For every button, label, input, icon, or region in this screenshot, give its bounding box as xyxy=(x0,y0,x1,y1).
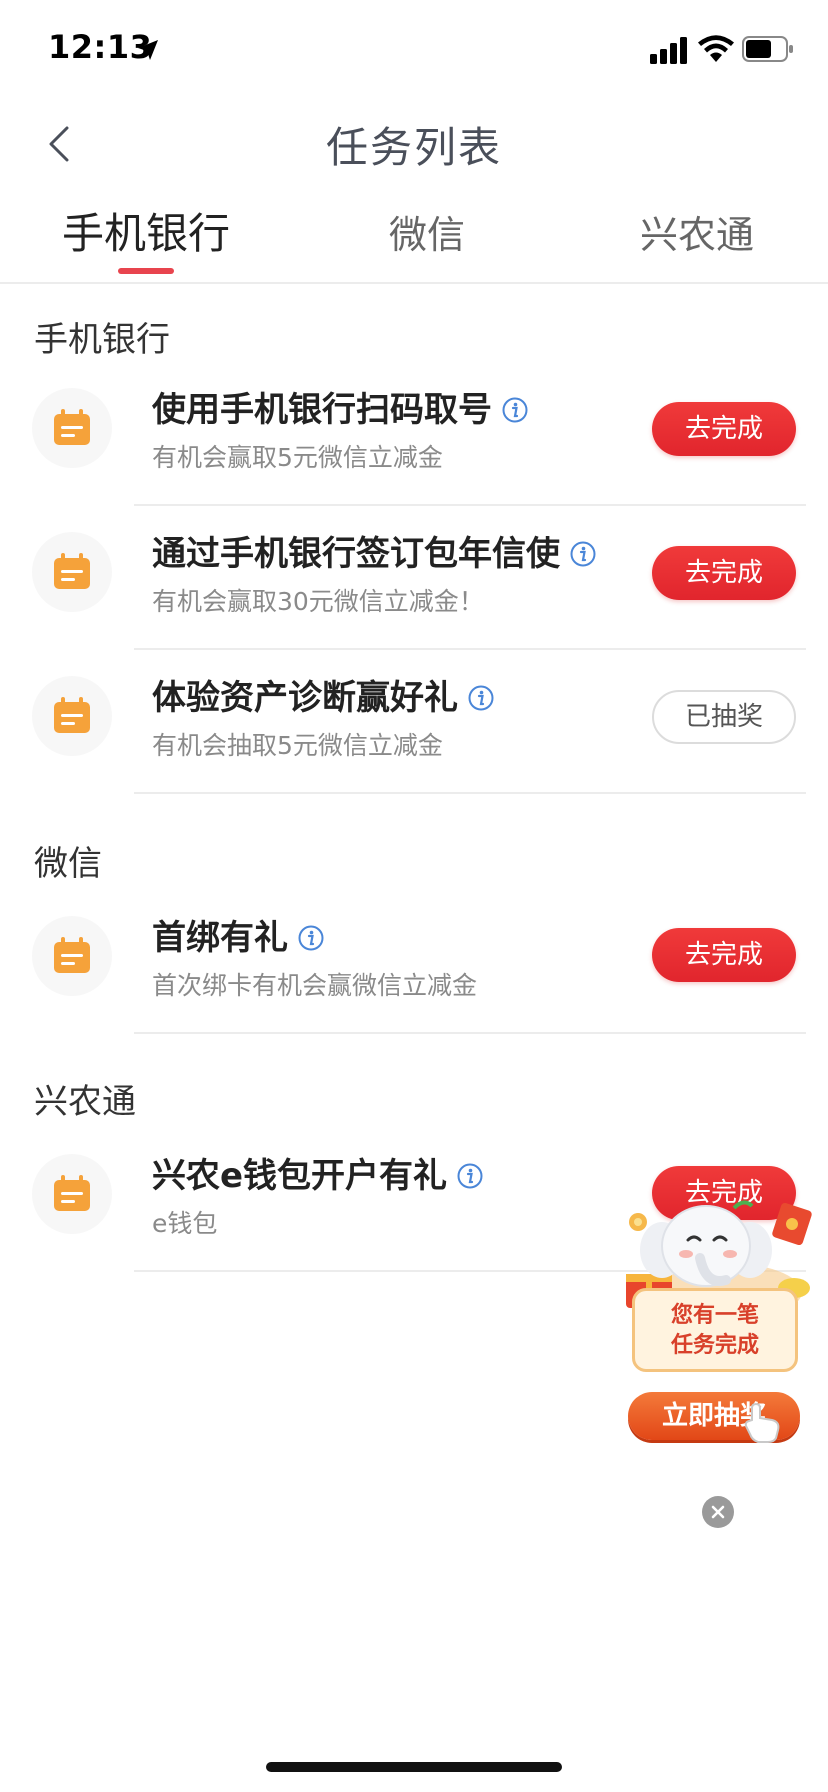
info-icon[interactable] xyxy=(298,925,324,951)
task-title-text: 兴农e钱包开户有礼 xyxy=(152,1156,448,1196)
lottery-promo-widget[interactable]: 您有一笔 任务完成 立即抽奖 xyxy=(618,1196,814,1456)
go-complete-button[interactable]: 去完成 xyxy=(652,402,796,456)
calendar-icon xyxy=(54,937,90,973)
divider xyxy=(134,1032,806,1034)
task-subtitle: 首次绑卡有机会赢微信立减金 xyxy=(152,971,478,1000)
task-item: 首绑有礼 首次绑卡有机会赢微信立减金 去完成 xyxy=(0,890,828,1034)
page-title: 任务列表 xyxy=(325,123,502,172)
divider xyxy=(134,792,806,794)
cellular-signal-icon xyxy=(650,37,687,64)
tab-mobile-banking[interactable]: 手机银行 xyxy=(56,200,236,270)
task-icon-wrap xyxy=(32,916,112,996)
calendar-icon xyxy=(54,409,90,445)
promo-message-card[interactable]: 您有一笔 任务完成 xyxy=(632,1288,798,1372)
info-icon[interactable] xyxy=(502,397,528,423)
home-indicator xyxy=(266,1762,562,1772)
tab-wechat[interactable]: 微信 xyxy=(372,204,482,274)
task-icon-wrap xyxy=(32,1154,112,1234)
calendar-icon xyxy=(54,1175,90,1211)
task-title-text: 体验资产诊断赢好礼 xyxy=(152,678,458,718)
task-icon-wrap xyxy=(32,676,112,756)
task-subtitle: 有机会赢取5元微信立减金 xyxy=(152,443,443,472)
calendar-icon xyxy=(54,697,90,733)
pointing-hand-icon xyxy=(744,1402,780,1443)
task-subtitle: 有机会抽取5元微信立减金 xyxy=(152,731,443,760)
section-title-xingnongtong: 兴农通 xyxy=(34,1082,136,1122)
info-icon[interactable] xyxy=(457,1163,483,1189)
tab-bar: 手机银行 微信 兴农通 xyxy=(0,196,828,284)
calendar-icon xyxy=(54,553,90,589)
battery-icon xyxy=(742,36,793,62)
info-icon[interactable] xyxy=(570,541,596,567)
active-tab-indicator xyxy=(118,268,174,274)
task-title-text: 通过手机银行签订包年信使 xyxy=(152,534,560,574)
section-title-wechat: 微信 xyxy=(34,844,102,884)
section-title-mobile-banking: 手机银行 xyxy=(34,320,170,360)
close-icon xyxy=(711,1505,725,1519)
promo-line-2: 任务完成 xyxy=(670,1333,759,1358)
close-promo-button[interactable] xyxy=(702,1496,734,1528)
task-item: 体验资产诊断赢好礼 有机会抽取5元微信立减金 已抽奖 xyxy=(0,650,828,794)
task-subtitle: 有机会赢取30元微信立减金！ xyxy=(152,587,484,616)
task-title: 通过手机银行签订包年信使 xyxy=(152,526,596,575)
task-item: 通过手机银行签订包年信使 有机会赢取30元微信立减金！ 去完成 xyxy=(0,506,828,650)
task-title: 首绑有礼 xyxy=(152,910,324,959)
task-icon-wrap xyxy=(32,388,112,468)
task-icon-wrap xyxy=(32,532,112,612)
status-bar: 12:13 xyxy=(0,0,828,100)
tab-xingnongtong[interactable]: 兴农通 xyxy=(632,204,762,274)
go-complete-button[interactable]: 去完成 xyxy=(652,928,796,982)
task-title: 兴农e钱包开户有礼 xyxy=(152,1148,483,1197)
nav-header: 任务列表 xyxy=(0,100,828,190)
task-title: 使用手机银行扫码取号 xyxy=(152,382,528,431)
task-subtitle: e钱包 xyxy=(152,1209,218,1238)
already-drawn-button[interactable]: 已抽奖 xyxy=(652,690,796,744)
info-icon[interactable] xyxy=(468,685,494,711)
location-arrow-icon xyxy=(138,40,158,60)
task-title: 体验资产诊断赢好礼 xyxy=(152,670,494,719)
task-title-text: 首绑有礼 xyxy=(152,918,288,958)
wifi-icon xyxy=(698,35,734,62)
promo-line-1: 您有一笔 xyxy=(670,1303,759,1328)
go-complete-button[interactable]: 去完成 xyxy=(652,546,796,600)
task-item: 使用手机银行扫码取号 有机会赢取5元微信立减金 去完成 xyxy=(0,362,828,506)
task-title-text: 使用手机银行扫码取号 xyxy=(152,390,492,430)
